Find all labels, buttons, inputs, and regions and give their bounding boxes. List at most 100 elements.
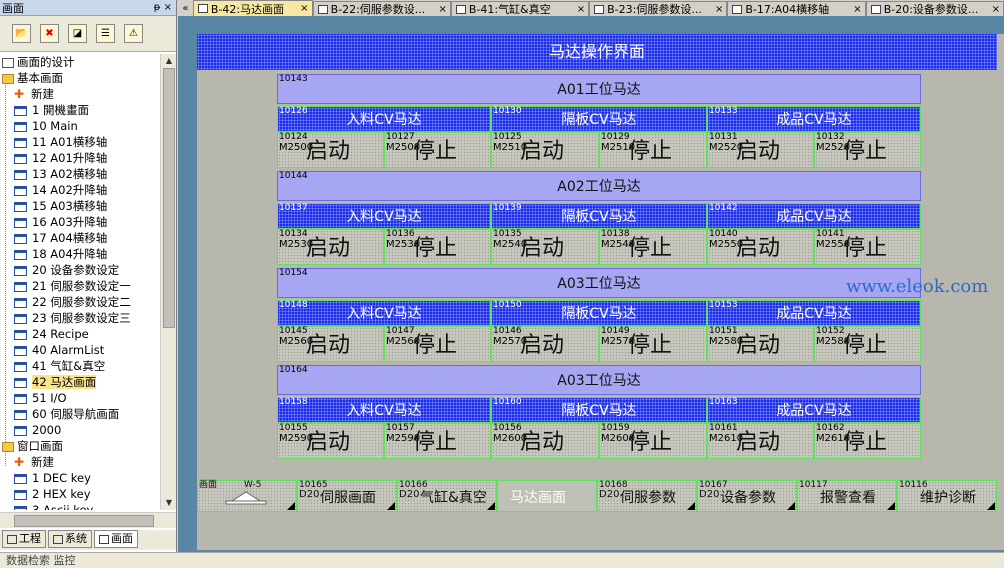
tree-item[interactable]: 13 A02横移轴 (0, 166, 160, 182)
tree-item[interactable]: 23 伺服参数设定三 (0, 310, 160, 326)
stop-button[interactable]: 10159 M2600 停止 (599, 423, 707, 459)
list-icon[interactable]: ☰ (96, 24, 115, 43)
tree-item[interactable]: 15 A03横移轴 (0, 198, 160, 214)
panel-toolbar: 📂 ✖ ◪ ☰ ⚠ (0, 16, 176, 52)
tree-item[interactable]: ✚ 新建 (0, 86, 160, 102)
start-button[interactable]: 10151 M2580 启动 (707, 326, 814, 362)
tree-item[interactable]: 2000 (0, 422, 160, 438)
close-icon[interactable]: × (715, 4, 723, 15)
tree-item[interactable]: 40 AlarmList (0, 342, 160, 358)
scroll-down-icon[interactable]: ▼ (163, 497, 175, 509)
stop-button[interactable]: 10162 M2610 停止 (814, 423, 921, 459)
tree-item[interactable]: 14 A02升降轴 (0, 182, 160, 198)
nav-button[interactable]: 10168 D20 伺服参数 (597, 480, 697, 512)
tree-item[interactable]: 10 Main (0, 118, 160, 134)
doc-tab-label: B-17:A04横移轴 (745, 3, 830, 16)
stop-button[interactable]: 10152 M2580 停止 (814, 326, 921, 362)
tree-item[interactable]: 1 DEC key (0, 470, 160, 486)
tree-item[interactable]: 画面的设计 (0, 54, 160, 70)
tree-vertical-scrollbar[interactable]: ▲ ▼ (160, 54, 176, 510)
close-icon[interactable]: × (853, 4, 861, 15)
warning-icon[interactable]: ⚠ (124, 24, 143, 43)
start-button[interactable]: 10146 M2570 启动 (491, 326, 599, 362)
nav-button[interactable]: 马达画面 (497, 480, 597, 512)
start-button[interactable]: 10125 M2510 启动 (491, 132, 599, 168)
nav-button[interactable]: 10165 D20 伺服画面 (297, 480, 397, 512)
stop-button[interactable]: 10132 M2520 停止 (814, 132, 921, 168)
start-button[interactable]: 10161 M2610 启动 (707, 423, 814, 459)
doc-tab[interactable]: B-41:气缸&真空 × (450, 1, 590, 16)
tree-item[interactable]: 11 A01横移轴 (0, 134, 160, 150)
tree-horizontal-scrollbar[interactable] (0, 512, 176, 528)
stop-button[interactable]: 10157 M2590 停止 (384, 423, 491, 459)
doc-tab[interactable]: B-42:马达画面 × (192, 0, 313, 16)
scroll-thumb[interactable] (163, 68, 175, 328)
nav-button[interactable]: 10116 维护诊断 (897, 480, 997, 512)
doc-tab[interactable]: B-20:设备参数设... × (865, 1, 1004, 16)
nav-button[interactable]: 10167 D20 设备参数 (697, 480, 797, 512)
start-button[interactable]: 10140 M2550 启动 (707, 229, 814, 265)
doc-tab[interactable]: B-17:A04横移轴 × (727, 1, 866, 16)
nav-button[interactable]: 画面 W-5 (197, 480, 297, 512)
stop-button[interactable]: 10141 M2550 停止 (814, 229, 921, 265)
close-icon[interactable]: × (300, 3, 308, 14)
tree-item[interactable]: 24 Recipe (0, 326, 160, 342)
close-icon[interactable]: × (438, 4, 446, 15)
corner-marker-icon (987, 502, 995, 510)
folder-icon (2, 441, 14, 452)
slider-handle-icon[interactable] (224, 491, 268, 505)
stop-button[interactable]: 10129 M2510 停止 (599, 132, 707, 168)
start-button[interactable]: 10155 M2590 启动 (277, 423, 384, 459)
delete-icon[interactable]: ✖ (40, 24, 59, 43)
document-tabs: « B-42:马达画面 × B-22:伺服参数设... × B-41:气缸&真空 × B-2… (178, 0, 1004, 16)
motor-label: 成品CV马达 (776, 112, 852, 128)
start-button[interactable]: 10135 M2540 启动 (491, 229, 599, 265)
open-folder-icon[interactable]: 📂 (12, 24, 31, 43)
stop-button[interactable]: 10149 M2570 停止 (599, 326, 707, 362)
scroll-up-icon[interactable]: ▲ (163, 55, 175, 67)
tree-item[interactable]: 60 伺服导航画面 (0, 406, 160, 422)
start-button[interactable]: 10131 M2520 启动 (707, 132, 814, 168)
doc-tab[interactable]: B-22:伺服参数设... × (312, 1, 451, 16)
tree-item[interactable]: ✚ 新建 (0, 454, 160, 470)
tree-item[interactable]: 51 I/O (0, 390, 160, 406)
tree-item[interactable]: 16 A03升降轴 (0, 214, 160, 230)
tree-item[interactable]: 42 马达画面 (0, 374, 160, 390)
tree-item[interactable]: 12 A01升降轴 (0, 150, 160, 166)
start-button[interactable]: 10124 M2500 启动 (277, 132, 384, 168)
tree-item[interactable]: 17 A04横移轴 (0, 230, 160, 246)
stop-button[interactable]: 10136 M2530 停止 (384, 229, 491, 265)
nav-button[interactable]: 10117 报警查看 (797, 480, 897, 512)
stop-button[interactable]: 10127 M2500 停止 (384, 132, 491, 168)
panel-tab[interactable]: 系统 (48, 530, 92, 548)
properties-icon[interactable]: ◪ (68, 24, 87, 43)
stop-button[interactable]: 10138 M2540 停止 (599, 229, 707, 265)
tree-item[interactable]: 41 气缸&真空 (0, 358, 160, 374)
close-icon[interactable]: × (577, 4, 585, 15)
tree-item[interactable]: 20 设备参数设定 (0, 262, 160, 278)
tree-item[interactable]: 基本画面 (0, 70, 160, 86)
tree-item[interactable]: 21 伺服参数设定一 (0, 278, 160, 294)
nav-button[interactable]: 10166 D20 气缸&真空 (397, 480, 497, 512)
start-button[interactable]: 10156 M2600 启动 (491, 423, 599, 459)
start-button[interactable]: 10145 M2560 启动 (277, 326, 384, 362)
stop-button[interactable]: 10147 M2560 停止 (384, 326, 491, 362)
pin-close-icon[interactable]: ᵽ × (154, 2, 172, 13)
doc-tab[interactable]: B-23:伺服参数设... × (589, 1, 728, 16)
tree-item[interactable]: 22 伺服参数设定二 (0, 294, 160, 310)
panel-tab[interactable]: 工程 (2, 530, 46, 548)
tree-item[interactable]: 1 開機畫面 (0, 102, 160, 118)
object-id: 10129 (601, 132, 630, 142)
hscroll-thumb[interactable] (14, 515, 154, 527)
close-icon[interactable]: × (992, 4, 1000, 15)
tree-item[interactable]: 18 A04升降轴 (0, 246, 160, 262)
tabs-scroll-icon[interactable]: « (178, 1, 193, 16)
tree-item[interactable]: 3 Ascii key (0, 502, 160, 510)
tree-item[interactable]: 窗口画面 (0, 438, 160, 454)
panel-tab[interactable]: 画面 (94, 530, 138, 548)
screen-icon (14, 361, 27, 372)
panel-tab-label: 系统 (65, 532, 87, 545)
start-button[interactable]: 10134 M2530 启动 (277, 229, 384, 265)
tree-item[interactable]: 2 HEX key (0, 486, 160, 502)
object-id: 10152 (816, 326, 845, 336)
